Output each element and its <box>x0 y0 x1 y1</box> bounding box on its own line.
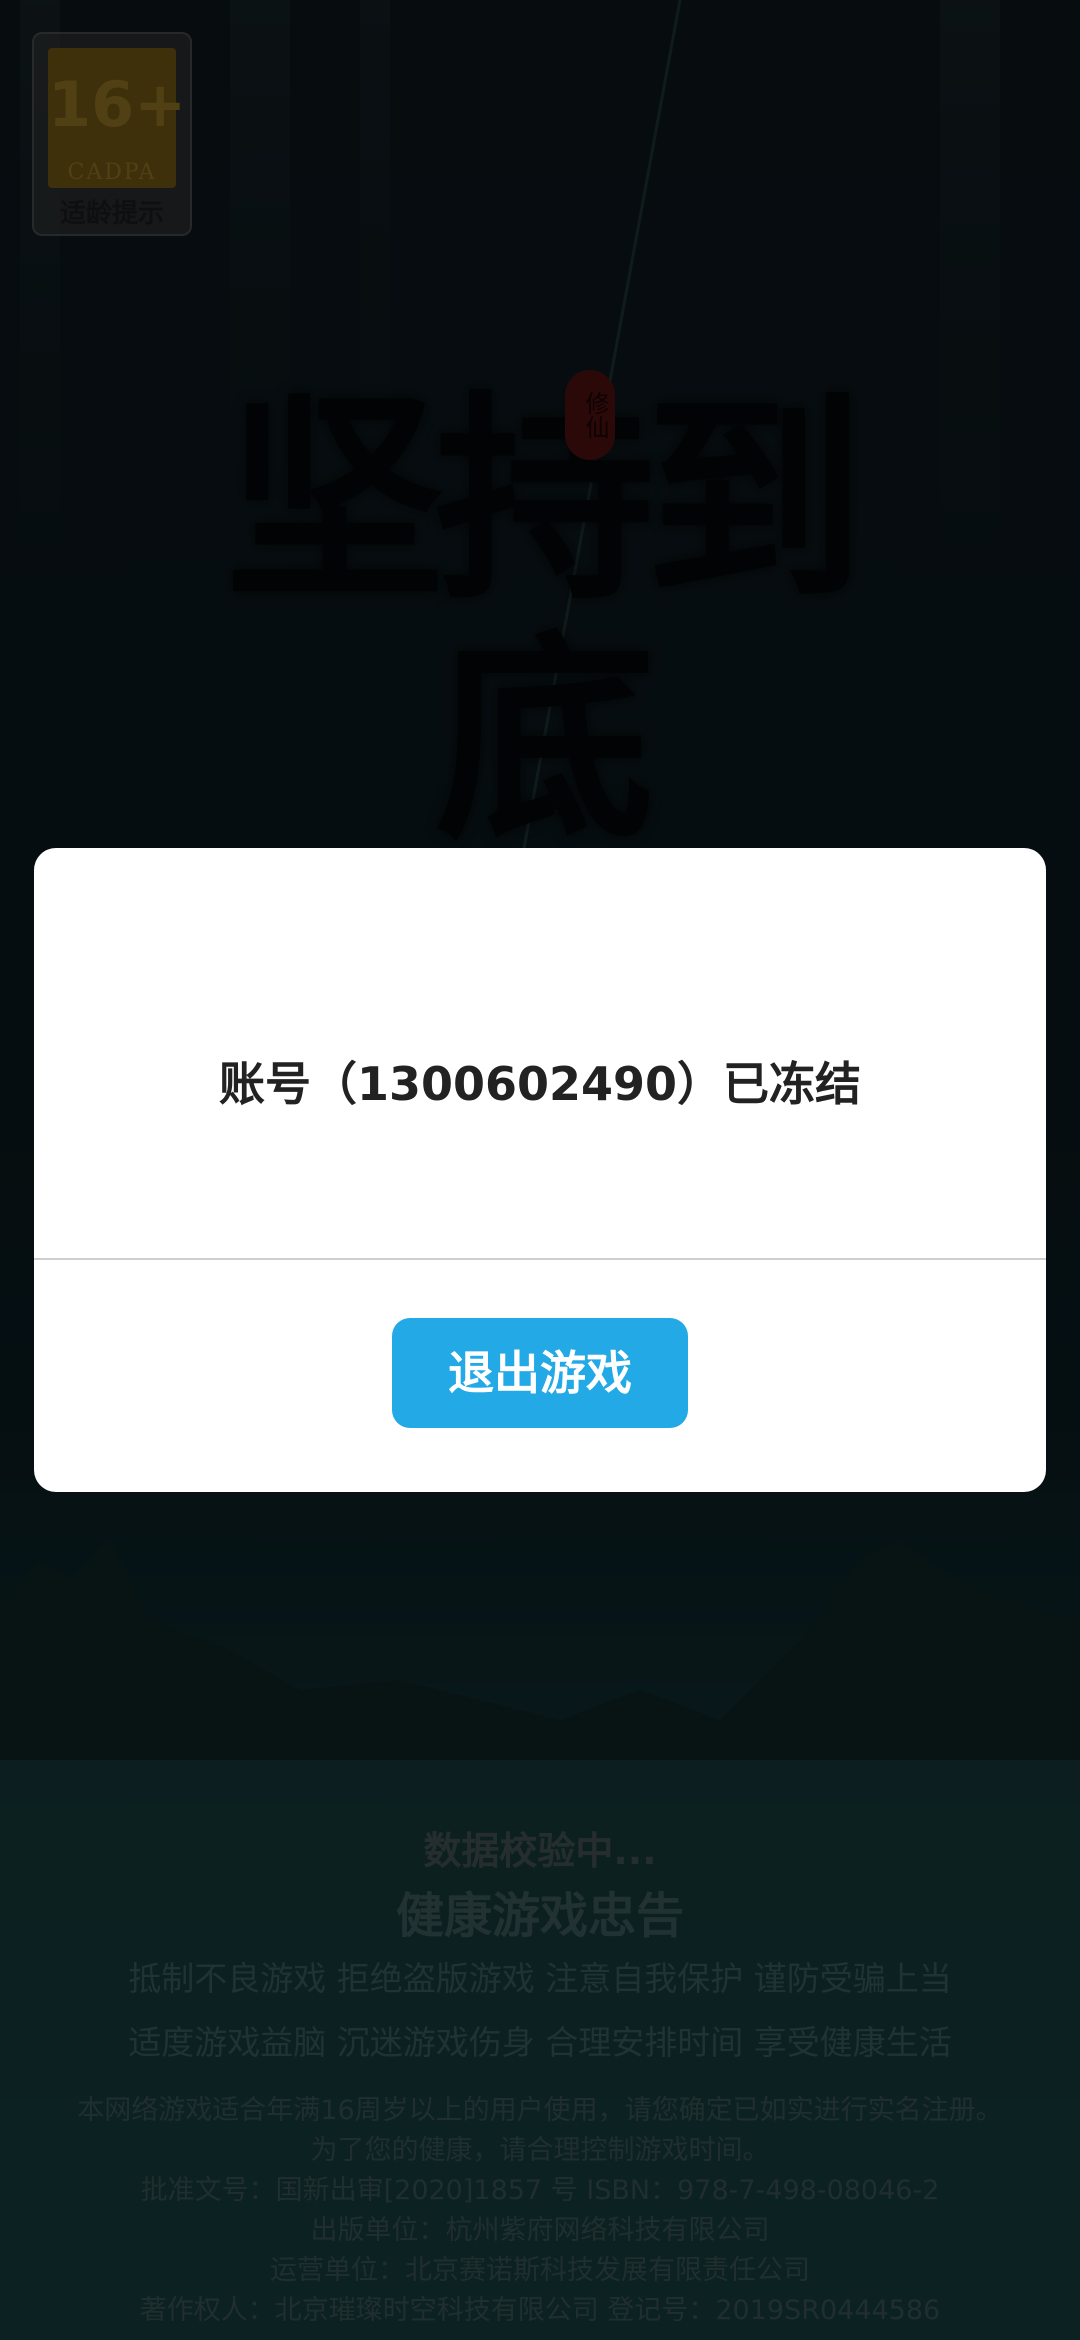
dialog-divider <box>34 1258 1046 1260</box>
account-frozen-dialog: 账号（1300602490）已冻结 退出游戏 <box>34 848 1046 1492</box>
exit-game-button[interactable]: 退出游戏 <box>392 1318 688 1428</box>
dialog-message: 账号（1300602490）已冻结 <box>218 1057 862 1111</box>
